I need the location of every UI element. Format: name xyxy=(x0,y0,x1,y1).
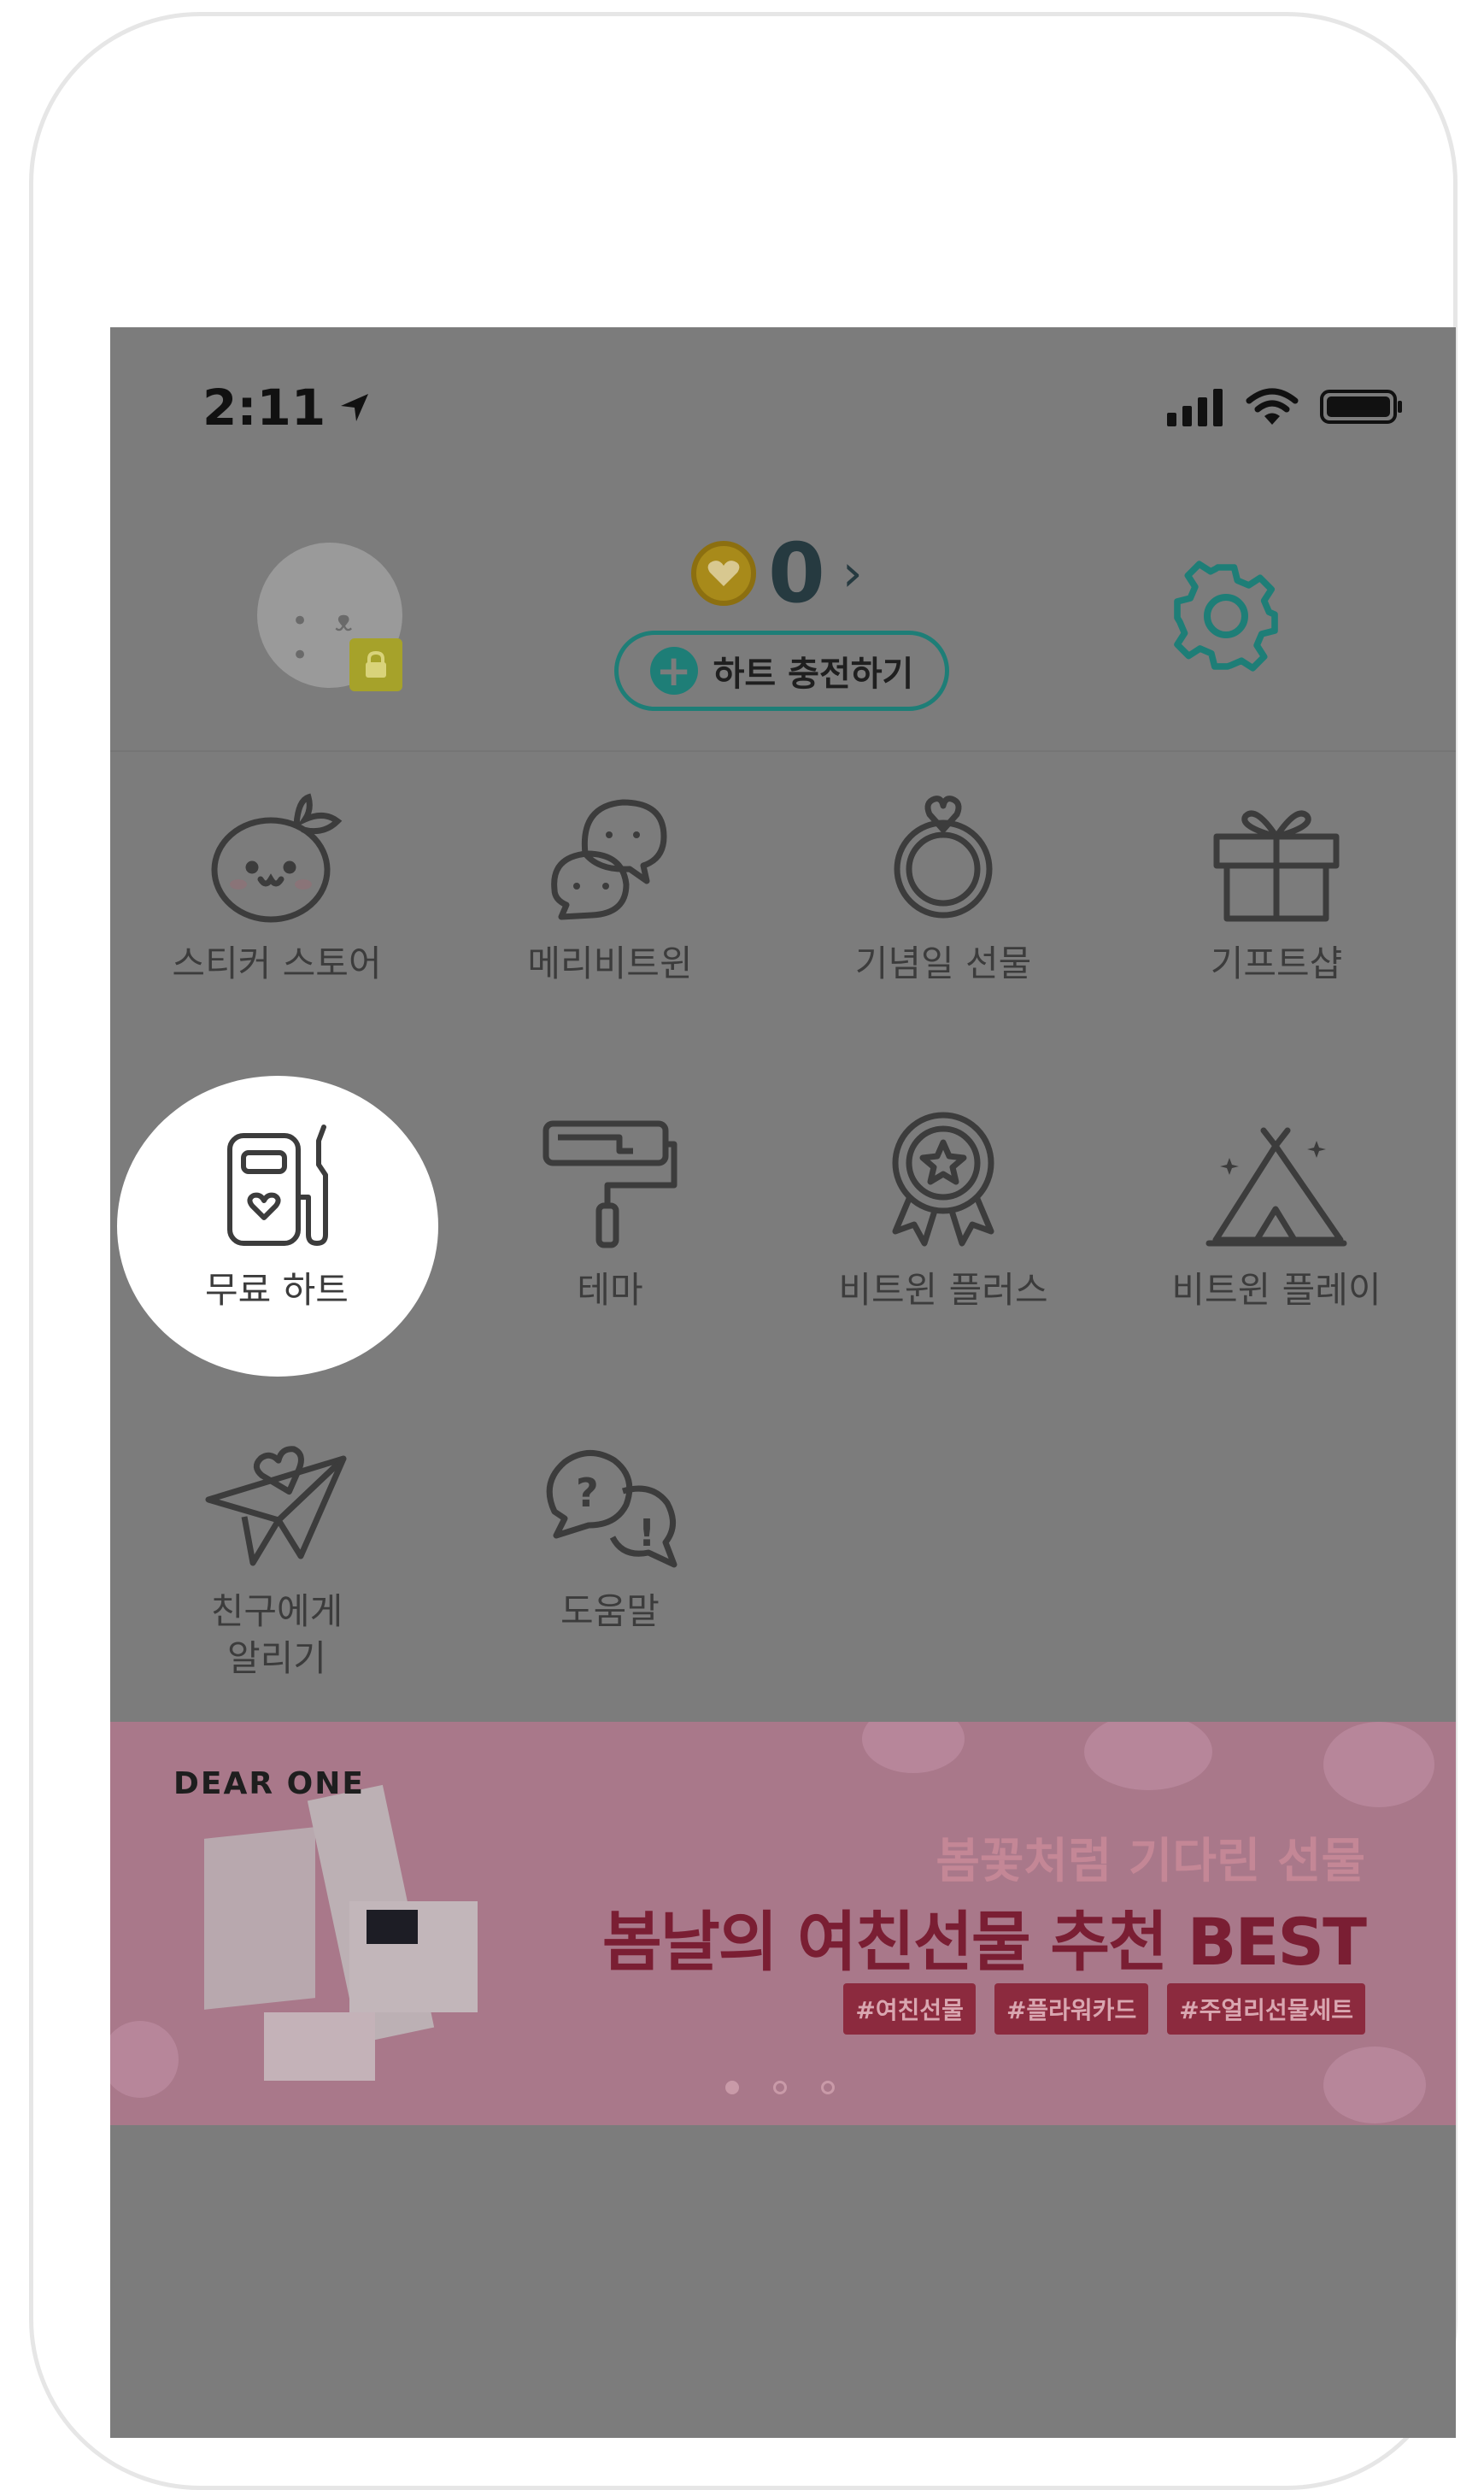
menu-label-tell-friends: 친구에게 알리기 xyxy=(210,1590,343,1679)
menu-item-tell-friends[interactable]: 친구에게 알리기 xyxy=(110,1428,443,1682)
banner-subtitle: 봄꽃처럼 기다린 선물 xyxy=(936,1834,1365,1889)
chevron-right-icon: › xyxy=(842,543,863,603)
menu-label-free-hearts: 무료 하트 xyxy=(205,1269,349,1311)
svg-text:!: ! xyxy=(638,1512,655,1555)
paint-roller-icon xyxy=(543,1120,677,1248)
gear-icon[interactable] xyxy=(1166,556,1286,676)
page-dot[interactable] xyxy=(725,2081,739,2094)
page-dot[interactable] xyxy=(821,2081,835,2094)
menu-label-anniversary-gift: 기념일 선물 xyxy=(854,943,1032,984)
battery-icon xyxy=(1320,390,1402,424)
banner-card-image xyxy=(264,2012,375,2081)
plus-icon: + xyxy=(649,647,698,695)
wifi-icon xyxy=(1246,388,1299,425)
sticker-face-icon xyxy=(211,793,343,923)
banner-tag: #플라워카드 xyxy=(994,1983,1149,2035)
paper-plane-heart-icon xyxy=(205,1446,347,1566)
header-divider xyxy=(110,750,1456,752)
menu-label-between-plus: 비트윈 플러스 xyxy=(838,1269,1048,1311)
menu-item-between-play[interactable]: 비트윈 플레이 xyxy=(1110,1107,1443,1314)
menu-label-help: 도움말 xyxy=(560,1590,660,1632)
blossom-image xyxy=(862,1722,965,1773)
blossom-image xyxy=(1323,2047,1426,2123)
menu-label-between-play: 비트윈 플레이 xyxy=(1171,1269,1381,1311)
menu-item-merry-between[interactable]: 메리비트윈 xyxy=(443,780,777,988)
heart-balance[interactable]: 0 › xyxy=(691,532,863,614)
banner-tags: #여친선물 #플라워카드 #주얼리선물세트 xyxy=(843,1983,1365,2035)
ring-icon xyxy=(894,796,993,919)
menu-label-merry-between: 메리비트윈 xyxy=(527,943,693,984)
banner-brand: DEAR ONE xyxy=(173,1766,365,1801)
menu-item-anniversary-gift[interactable]: 기념일 선물 xyxy=(777,780,1110,988)
status-time: 2:11 xyxy=(202,379,372,437)
banner-tag: #주얼리선물세트 xyxy=(1167,1983,1365,2035)
lock-icon xyxy=(349,638,402,691)
menu-item-help[interactable]: ? ! 도움말 xyxy=(443,1428,777,1636)
charge-hearts-label: 하트 충전하기 xyxy=(713,655,914,694)
page-dot[interactable] xyxy=(773,2081,787,2094)
blossom-image xyxy=(1323,1722,1434,1807)
tent-icon xyxy=(1205,1127,1347,1247)
banner-title: 봄날의 여친선물 추천 BEST xyxy=(601,1904,1367,1980)
menu-item-sticker-store[interactable]: 스티커 스토어 xyxy=(110,780,443,988)
heart-coin-icon xyxy=(691,541,756,606)
menu-label-theme: 테마 xyxy=(577,1269,643,1311)
phone-frame: 2:11 • ᴥ • 0 › + 하트 충전하기 스티커 스토어 메리비트윈 기… xyxy=(29,12,1458,2490)
badge-star-icon xyxy=(892,1112,994,1247)
app-screen: 2:11 • ᴥ • 0 › + 하트 충전하기 스티커 스토어 메리비트윈 기… xyxy=(110,327,1456,2438)
menu-item-gift-shop[interactable]: 기프트샵 xyxy=(1110,780,1443,988)
signal-icon xyxy=(1167,389,1223,426)
menu-item-between-plus[interactable]: 비트윈 플러스 xyxy=(777,1107,1110,1314)
menu-label-sticker-store: 스티커 스토어 xyxy=(172,943,382,984)
banner-tag: #여친선물 xyxy=(843,1983,976,2035)
blossom-image xyxy=(110,2021,179,2098)
status-time-text: 2:11 xyxy=(202,379,326,437)
promo-banner[interactable]: DEAR ONE 봄꽃처럼 기다린 선물 봄날의 여친선물 추천 BEST #여… xyxy=(110,1722,1456,2125)
fuel-heart-icon xyxy=(227,1125,328,1246)
location-arrow-icon xyxy=(341,394,369,421)
svg-text:?: ? xyxy=(576,1470,599,1516)
chat-bubbles-icon xyxy=(551,799,667,920)
menu-label-gift-shop: 기프트샵 xyxy=(1210,943,1343,984)
menu-item-free-hearts[interactable]: 무료 하트 xyxy=(110,1107,443,1314)
menu-item-theme[interactable]: 테마 xyxy=(443,1107,777,1314)
status-icons xyxy=(1165,387,1405,426)
banner-bag-image xyxy=(204,1827,315,2010)
avatar[interactable]: • ᴥ • xyxy=(257,543,402,691)
blossom-image xyxy=(1084,1722,1212,1790)
help-bubbles-icon: ? ! xyxy=(546,1450,677,1568)
banner-page-indicator[interactable] xyxy=(725,2081,835,2094)
charge-hearts-button[interactable]: + 하트 충전하기 xyxy=(614,631,949,711)
heart-count: 0 xyxy=(768,526,825,621)
gift-icon xyxy=(1213,810,1340,922)
banner-jewelry-image xyxy=(367,1910,418,1944)
